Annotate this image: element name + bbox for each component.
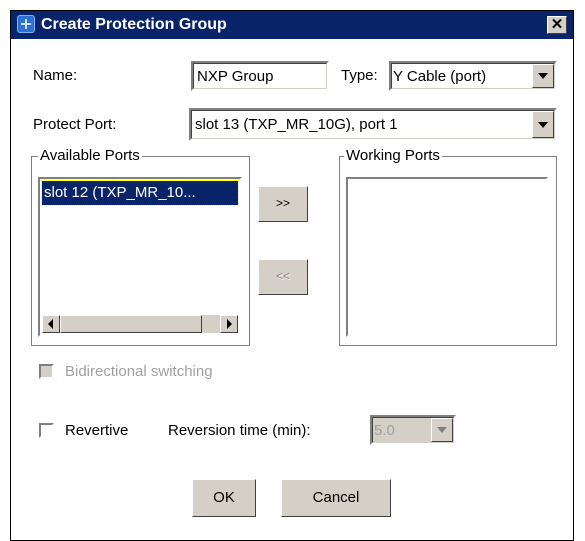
protect-port-select[interactable]: slot 13 (TXP_MR_10G), port 1 [189,108,557,141]
scrollbar-thumb[interactable] [60,315,202,333]
name-input[interactable]: NXP Group [191,61,329,91]
working-ports-list[interactable] [346,177,548,337]
scroll-right-button[interactable] [220,315,238,333]
working-ports-group: Working Ports [339,147,557,346]
type-dropdown-button[interactable] [532,64,554,88]
revertive-label: Revertive [65,422,129,439]
remove-port-button[interactable]: << [258,259,308,295]
scroll-left-button[interactable] [42,315,60,333]
reversion-time-dropdown-button[interactable] [431,418,453,442]
chevron-down-icon [437,427,447,433]
app-icon [17,15,35,33]
working-ports-legend: Working Ports [344,147,442,164]
title-bar[interactable]: Create Protection Group ✕ [11,11,573,39]
reversion-time-value: 5.0 [374,422,395,439]
available-ports-list[interactable]: slot 12 (TXP_MR_10... [38,177,242,337]
type-select[interactable]: Y Cable (port) [389,61,557,91]
name-label: Name: [33,67,78,84]
cancel-button[interactable]: Cancel [281,479,391,517]
chevron-down-icon [538,73,548,79]
chevron-down-icon [538,121,548,128]
add-port-button[interactable]: >> [258,186,308,222]
protect-port-label: Protect Port: [33,116,117,133]
arrow-left-icon [48,319,53,329]
arrow-right-icon [227,319,232,329]
close-icon: ✕ [550,16,564,33]
bidirectional-label: Bidirectional switching [65,363,213,380]
reversion-time-label: Reversion time (min): [168,422,311,439]
reversion-time-select[interactable]: 5.0 [370,415,456,445]
available-port-item[interactable]: slot 12 (TXP_MR_10... [41,180,239,206]
protect-port-dropdown-button[interactable] [532,111,554,138]
dialog-title: Create Protection Group [41,16,227,33]
bidirectional-checkbox[interactable] [39,364,54,379]
ok-button[interactable]: OK [192,479,256,517]
close-button[interactable]: ✕ [547,16,567,34]
name-input-value: NXP Group [197,68,274,85]
available-ports-legend: Available Ports [38,147,142,164]
create-protection-group-dialog: Create Protection Group ✕ Name: NXP Grou… [10,10,574,541]
protect-port-value: slot 13 (TXP_MR_10G), port 1 [195,116,398,133]
revertive-checkbox[interactable] [39,423,54,438]
available-ports-group: Available Ports slot 12 (TXP_MR_10... [31,147,250,346]
available-ports-hscrollbar[interactable] [42,315,238,333]
type-select-value: Y Cable (port) [393,68,487,85]
type-label: Type: [341,67,378,84]
